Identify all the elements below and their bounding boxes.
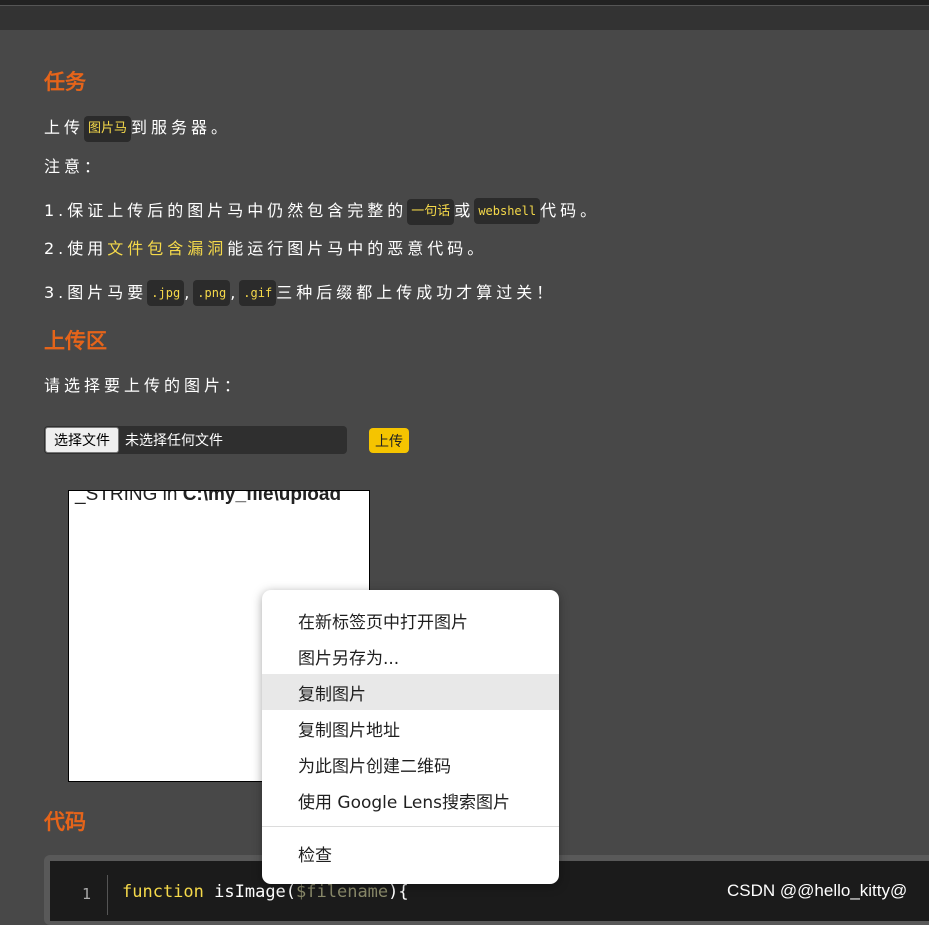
menu-separator	[262, 826, 559, 827]
task-line-1: 上传 图片马 到服务器。	[44, 116, 231, 142]
task-item-2-post: 能运行图片马中的恶意代码。	[227, 239, 488, 258]
upload-prompt: 请选择要上传的图片：	[44, 376, 245, 395]
task-item-3: 3.图片马要 .jpg, .png, .gif 三种后缀都上传成功才算过关！	[44, 280, 556, 306]
browser-top-strip	[0, 0, 929, 30]
menu-save-image-as[interactable]: 图片另存为...	[262, 638, 559, 674]
task-heading: 任务	[44, 70, 86, 94]
csdn-watermark: CSDN @@hello_kitty@	[727, 881, 908, 900]
chip-png: .png	[193, 280, 231, 306]
menu-open-image-new-tab[interactable]: 在新标签页中打开图片	[262, 602, 559, 638]
code-gutter-divider	[107, 875, 108, 915]
task-item-1-mid: 或	[454, 201, 475, 220]
chip-gif: .gif	[239, 280, 277, 306]
task-item-3-post: 三种后缀都上传成功才算过关！	[276, 283, 557, 302]
task-item-1: 1.保证上传后的图片马中仍然包含完整的 一句话或 webshell 代码。	[44, 198, 600, 225]
chip-webshell: webshell	[474, 198, 541, 224]
code-keyword: function	[122, 882, 204, 902]
menu-create-qr-code[interactable]: 为此图片创建二维码	[262, 746, 559, 782]
menu-copy-image[interactable]: 复制图片	[262, 674, 559, 710]
task-item-1-post: 代码。	[540, 201, 601, 220]
code-line-number: 1	[82, 885, 92, 903]
task-item-2-pre: 2.使用	[44, 239, 108, 258]
task-item-2: 2.使用文件包含漏洞能运行图片马中的恶意代码。	[44, 238, 487, 260]
task-item-3-sep-1: ,	[184, 283, 194, 302]
code-param: $filename	[296, 882, 389, 902]
menu-search-google-lens[interactable]: 使用 Google Lens搜索图片	[262, 782, 559, 818]
note-label: 注意：	[44, 157, 105, 176]
code-line-1: function isImage($filename){	[122, 882, 409, 902]
chip-jpg: .jpg	[147, 280, 185, 306]
preview-text-pre: _STRING in	[75, 490, 183, 505]
menu-copy-image-address[interactable]: 复制图片地址	[262, 710, 559, 746]
code-tail: ){	[388, 882, 409, 902]
menu-inspect[interactable]: 检查	[262, 835, 559, 871]
file-inclusion-link[interactable]: 文件包含漏洞	[107, 239, 227, 258]
chip-one-liner: 一句话	[407, 199, 455, 225]
preview-image-text: _STRING in C:\my_file\upload	[75, 490, 342, 506]
task-item-3-pre: 3.图片马要	[44, 283, 148, 302]
upload-button[interactable]: 上传	[369, 428, 409, 453]
file-status-text: 未选择任何文件	[125, 433, 223, 449]
task-line-1-post: 到服务器。	[131, 118, 232, 137]
task-item-3-sep-2: ,	[230, 283, 240, 302]
file-input[interactable]: 选择文件 未选择任何文件	[44, 426, 347, 454]
context-menu: 在新标签页中打开图片 图片另存为... 复制图片 复制图片地址 为此图片创建二维…	[262, 590, 559, 884]
task-line-1-pre: 上传	[44, 118, 85, 137]
task-item-1-pre: 1.保证上传后的图片马中仍然包含完整的	[44, 201, 408, 220]
choose-file-button[interactable]: 选择文件	[45, 427, 119, 453]
upload-heading: 上传区	[44, 329, 107, 353]
chip-image-horse: 图片马	[84, 116, 132, 142]
code-heading: 代码	[44, 810, 86, 834]
code-func-name: isImage(	[214, 882, 297, 902]
preview-text-path: C:\my_file\upload	[182, 490, 342, 505]
